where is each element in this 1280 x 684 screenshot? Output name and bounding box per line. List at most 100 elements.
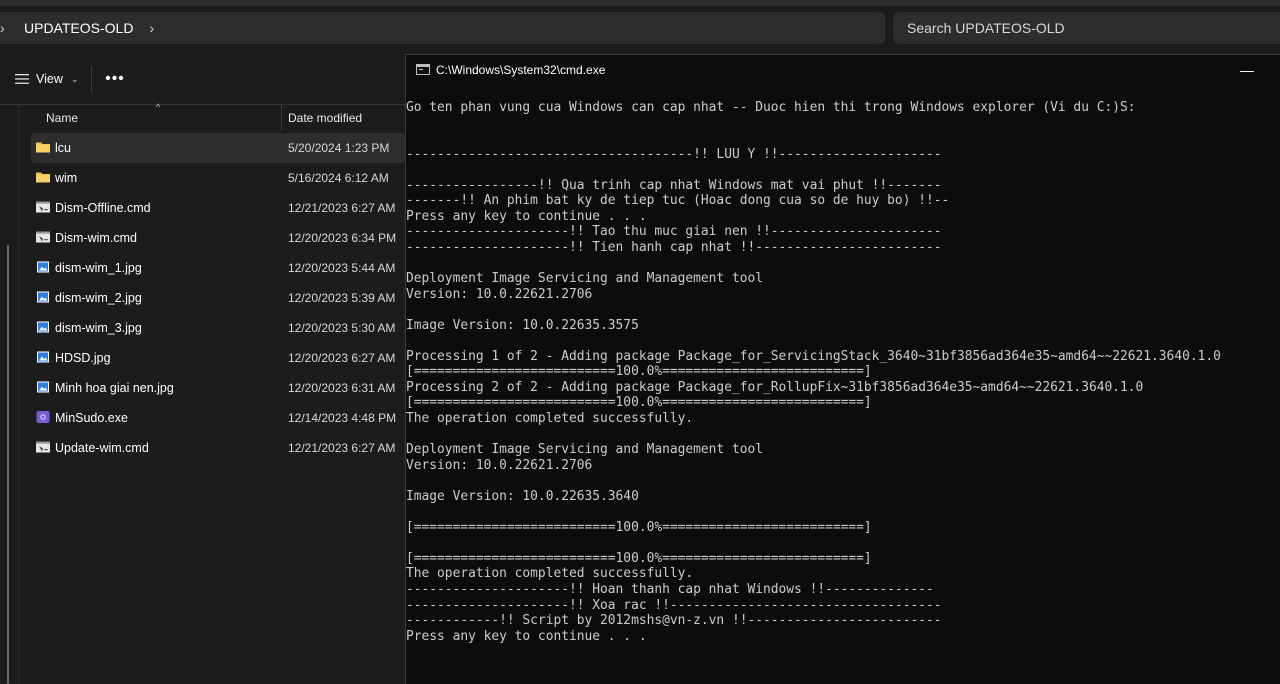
console-line: Version: 10.0.22621.2706	[406, 286, 593, 302]
minimize-button[interactable]: —	[1232, 57, 1262, 83]
console-line: ------------!! Script by 2012mshs@vn-z.v…	[406, 613, 942, 629]
cmd-window-title: C:\Windows\System32\cmd.exe	[436, 63, 606, 77]
file-row[interactable]: Update-wim.cmd 12/21/2023 6:27 AM	[31, 433, 405, 463]
file-name: Dism-wim.cmd	[55, 231, 137, 245]
console-line: Processing 1 of 2 - Adding package Packa…	[406, 348, 1221, 364]
console-line: Version: 10.0.22621.2706	[406, 457, 593, 473]
view-list-icon	[15, 74, 29, 84]
column-resize-handle[interactable]	[281, 105, 282, 131]
pane-divider[interactable]	[18, 105, 19, 684]
file-row[interactable]: lcu 5/20/2024 1:23 PM	[31, 133, 405, 163]
navigation-pane[interactable]	[0, 105, 18, 684]
chevron-right-icon[interactable]: ›	[0, 20, 14, 36]
search-input[interactable]: Search UPDATEOS-OLD	[893, 12, 1280, 44]
console-line: Processing 2 of 2 - Adding package Packa…	[406, 379, 1144, 395]
script-icon	[35, 440, 51, 454]
file-row[interactable]: dism-wim_3.jpg 12/20/2023 5:30 AM	[31, 313, 405, 343]
console-line: ---------------------!! Xoa rac !!------…	[406, 597, 942, 613]
image-icon	[35, 380, 51, 394]
file-date-modified: 12/20/2023 6:31 AM	[288, 381, 396, 395]
file-date-modified: 12/21/2023 6:27 AM	[288, 441, 396, 455]
script-icon	[35, 230, 51, 244]
cmd-titlebar[interactable]: C:\Windows\System32\cmd.exe —	[406, 55, 1280, 85]
file-row[interactable]: MinSudo.exe 12/14/2023 4:48 PM	[31, 403, 405, 433]
column-header-name[interactable]: Name	[46, 111, 78, 125]
file-name: Minh hoa giai nen.jpg	[55, 381, 174, 395]
console-line: ---------------------!! Tien hanh cap nh…	[406, 239, 942, 255]
folder-icon	[35, 140, 51, 154]
file-name: dism-wim_1.jpg	[55, 261, 142, 275]
file-name: MinSudo.exe	[55, 411, 128, 425]
file-name: Update-wim.cmd	[55, 441, 149, 455]
console-icon	[416, 64, 430, 75]
sort-ascending-icon: ^	[156, 102, 161, 112]
file-name: wim	[55, 171, 78, 185]
console-line: Press any key to continue . . .	[406, 208, 647, 224]
file-row[interactable]: Dism-wim.cmd 12/20/2023 6:34 PM	[31, 223, 405, 253]
file-date-modified: 5/20/2024 1:23 PM	[288, 141, 390, 155]
file-row[interactable]: dism-wim_2.jpg 12/20/2023 5:39 AM	[31, 283, 405, 313]
script-icon	[35, 200, 51, 214]
file-row[interactable]: dism-wim_1.jpg 12/20/2023 5:44 AM	[31, 253, 405, 283]
console-line: Deployment Image Servicing and Managemen…	[406, 442, 763, 458]
console-line: ---------------------!! Tao thu muc giai…	[406, 224, 942, 240]
console-line: Image Version: 10.0.22635.3575	[406, 317, 639, 333]
file-date-modified: 12/20/2023 6:27 AM	[288, 351, 396, 365]
file-name: dism-wim_3.jpg	[55, 321, 142, 335]
file-row[interactable]: Minh hoa giai nen.jpg 12/20/2023 6:31 AM	[31, 373, 405, 403]
navigation-scrollbar[interactable]	[7, 245, 9, 684]
file-row[interactable]: wim 5/16/2024 6:12 AM	[31, 163, 405, 193]
file-name: HDSD.jpg	[55, 351, 111, 365]
console-output[interactable]: Go ten phan vung cua Windows can cap nha…	[406, 100, 1276, 644]
console-line: [==========================100.0%=======…	[406, 395, 872, 411]
file-row[interactable]: HDSD.jpg 12/20/2023 6:27 AM	[31, 343, 405, 373]
console-line: -----------------!! Qua trinh cap nhat W…	[406, 177, 942, 193]
file-date-modified: 12/14/2023 4:48 PM	[288, 411, 397, 425]
file-date-modified: 12/20/2023 5:30 AM	[288, 321, 396, 335]
file-name: lcu	[55, 141, 71, 155]
image-icon	[35, 260, 51, 274]
file-date-modified: 12/20/2023 6:34 PM	[288, 231, 397, 245]
view-label: View	[36, 72, 63, 86]
console-line: Deployment Image Servicing and Managemen…	[406, 271, 763, 287]
title-strip	[0, 0, 1280, 6]
chevron-right-icon[interactable]: ›	[149, 20, 154, 36]
file-row[interactable]: Dism-Offline.cmd 12/21/2023 6:27 AM	[31, 193, 405, 223]
file-name: dism-wim_2.jpg	[55, 291, 142, 305]
file-date-modified: 5/16/2024 6:12 AM	[288, 171, 389, 185]
column-header-row: Name ^ Date modified	[31, 102, 405, 131]
breadcrumb-current-folder[interactable]: UPDATEOS-OLD	[24, 20, 133, 36]
console-line: Image Version: 10.0.22635.3640	[406, 488, 639, 504]
console-line: -------!! An phim bat ky de tiep tuc (Ho…	[406, 193, 950, 209]
view-button[interactable]: View ⌄	[8, 64, 84, 94]
app-icon	[35, 410, 51, 424]
console-line: [==========================100.0%=======…	[406, 364, 872, 380]
image-icon	[35, 320, 51, 334]
cmd-window[interactable]: C:\Windows\System32\cmd.exe — Go ten pha…	[405, 54, 1280, 684]
more-options-button[interactable]: •••	[102, 64, 128, 94]
address-bar[interactable]: › UPDATEOS-OLD ›	[0, 12, 885, 44]
image-icon	[35, 350, 51, 364]
file-list: lcu 5/20/2024 1:23 PM wim 5/16/2024 6:12 AM…	[31, 133, 405, 463]
file-date-modified: 12/21/2023 6:27 AM	[288, 201, 396, 215]
console-line: Press any key to continue . . .	[406, 628, 647, 644]
file-date-modified: 12/20/2023 5:44 AM	[288, 261, 396, 275]
column-header-date-modified[interactable]: Date modified	[288, 111, 362, 125]
console-line: The operation completed successfully.	[406, 410, 694, 426]
console-line: Go ten phan vung cua Windows can cap nha…	[406, 100, 1136, 115]
file-name: Dism-Offline.cmd	[55, 201, 151, 215]
console-line: -------------------------------------!! …	[406, 146, 942, 162]
folder-icon	[35, 170, 51, 184]
search-placeholder: Search UPDATEOS-OLD	[907, 20, 1065, 36]
command-bar: View ⌄ •••	[0, 56, 405, 104]
file-date-modified: 12/20/2023 5:39 AM	[288, 291, 396, 305]
